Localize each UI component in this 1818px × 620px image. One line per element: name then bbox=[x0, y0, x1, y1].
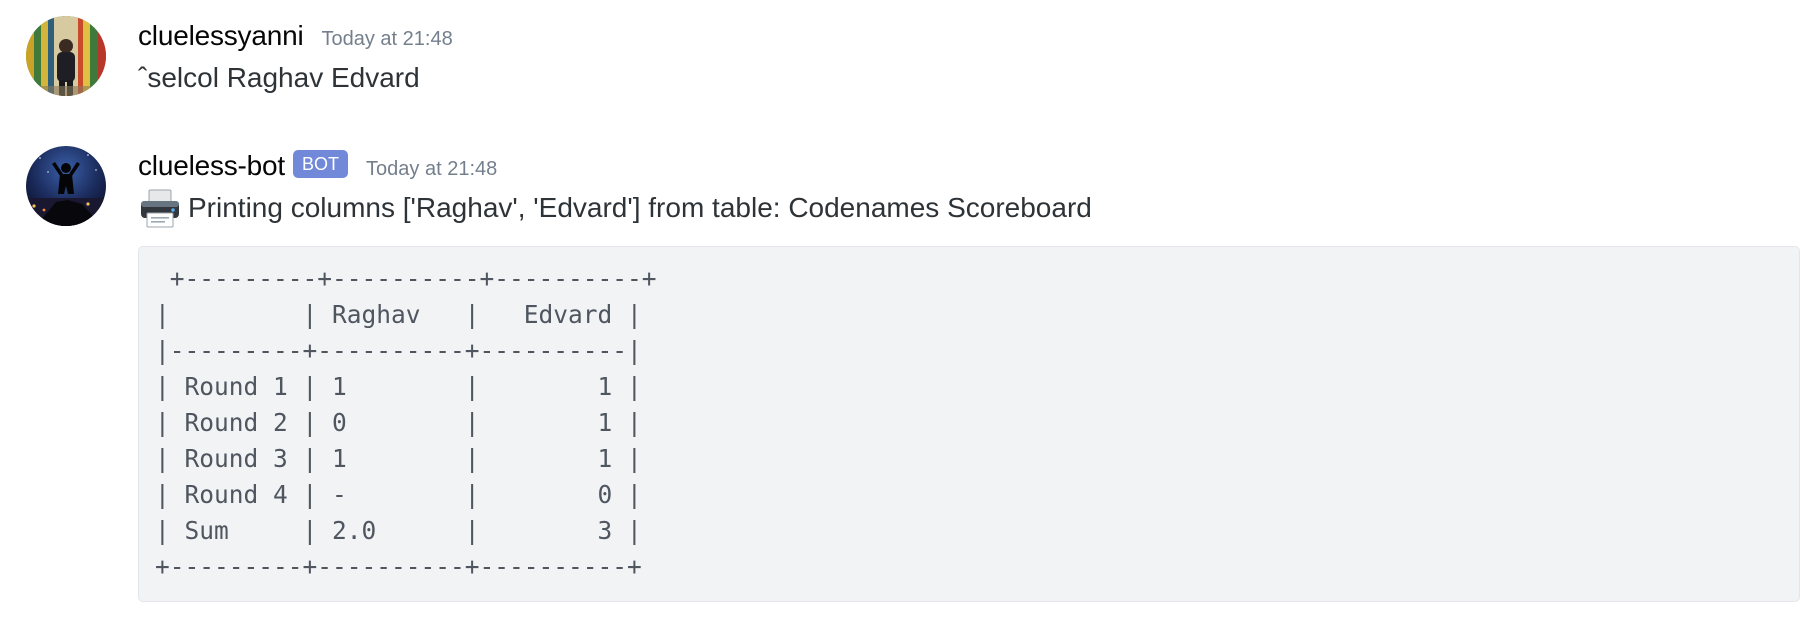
avatar-image bbox=[26, 146, 106, 226]
printer-icon bbox=[138, 186, 182, 230]
code-line: | Round 3 | 1 | 1 | bbox=[155, 444, 642, 473]
timestamp: Today at 21:48 bbox=[321, 27, 453, 50]
message-text: ˆselcol Raghav Edvard bbox=[138, 62, 420, 93]
code-block-text: +---------+----------+----------+ | | Ra… bbox=[155, 261, 1783, 585]
code-line: | Round 1 | 1 | 1 | bbox=[155, 372, 642, 401]
avatar[interactable] bbox=[26, 16, 106, 96]
code-line: | Round 2 | 0 | 1 | bbox=[155, 408, 642, 437]
bot-avatar[interactable] bbox=[26, 146, 106, 226]
code-line: |---------+----------+----------| bbox=[155, 336, 642, 365]
code-line: | | Raghav | Edvard | bbox=[155, 300, 642, 329]
code-line: | Round 4 | - | 0 | bbox=[155, 480, 642, 509]
username[interactable]: clueless-bot bbox=[138, 150, 285, 182]
message-text: Printing columns ['Raghav', 'Edvard'] fr… bbox=[138, 186, 1806, 230]
timestamp: Today at 21:48 bbox=[366, 157, 498, 180]
bot-tag: BOT bbox=[293, 150, 349, 178]
code-line: +---------+----------+----------+ bbox=[155, 264, 657, 293]
code-line: +---------+----------+----------+ bbox=[155, 552, 642, 581]
code-block[interactable]: +---------+----------+----------+ | | Ra… bbox=[138, 246, 1800, 602]
avatar-image bbox=[26, 16, 106, 96]
username[interactable]: cluelessyanni bbox=[138, 20, 304, 52]
code-line: | Sum | 2.0 | 3 | bbox=[155, 516, 642, 545]
message-text-content: Printing columns ['Raghav', 'Edvard'] fr… bbox=[188, 192, 1092, 223]
